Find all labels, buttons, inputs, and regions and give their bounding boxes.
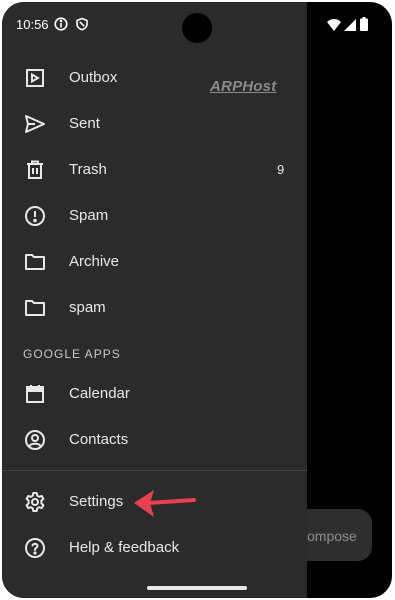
gear-icon <box>23 490 47 514</box>
contacts-icon <box>23 428 47 452</box>
outbox-icon <box>23 66 47 90</box>
folder-icon <box>23 296 47 320</box>
drawer-item-label: Contacts <box>69 431 129 448</box>
trash-icon <box>23 158 47 182</box>
drawer-item-help[interactable]: Help & feedback <box>2 525 307 571</box>
drawer-item-label: spam <box>69 299 106 316</box>
drawer-item-contacts[interactable]: Contacts <box>2 417 307 463</box>
drawer-item-label: Spam <box>69 207 109 224</box>
drawer-item-label: Trash <box>69 161 107 178</box>
gesture-nav-handle[interactable] <box>147 586 247 590</box>
drawer-item-outbox[interactable]: Outbox <box>2 55 307 101</box>
drawer-item-label: Sent <box>69 115 100 132</box>
camera-cutout <box>182 13 212 43</box>
send-icon <box>23 112 47 136</box>
drawer-item-calendar[interactable]: Calendar <box>2 371 307 417</box>
drawer-item-label: Settings <box>69 493 124 510</box>
phone-screen: ompose ARPHost Outbox Sent Trash 9 Spam … <box>2 2 392 598</box>
annotation-arrow <box>134 490 196 517</box>
drawer-item-label: Help & feedback <box>69 539 180 556</box>
drawer-item-label: Calendar <box>69 385 130 402</box>
shield-icon <box>75 17 89 36</box>
battery-icon <box>360 17 368 36</box>
calendar-icon <box>23 382 47 406</box>
drawer-item-spam-folder[interactable]: spam <box>2 285 307 331</box>
signal-icon <box>344 18 356 36</box>
drawer-item-spam[interactable]: Spam <box>2 193 307 239</box>
section-header-google-apps: GOOGLE APPS <box>23 347 121 361</box>
drawer-item-label: Archive <box>69 253 120 270</box>
spam-icon <box>23 204 47 228</box>
folder-icon <box>23 250 47 274</box>
drawer-item-trash[interactable]: Trash 9 <box>2 147 307 193</box>
info-icon <box>54 17 68 36</box>
compose-label: ompose <box>307 528 357 544</box>
help-icon <box>23 536 47 560</box>
divider <box>2 470 307 471</box>
drawer-item-archive[interactable]: Archive <box>2 239 307 285</box>
drawer-item-label: Outbox <box>69 69 118 86</box>
wifi-icon <box>327 18 341 36</box>
unread-count: 9 <box>277 162 285 177</box>
drawer-item-sent[interactable]: Sent <box>2 101 307 147</box>
status-time: 10:56 <box>16 17 49 32</box>
